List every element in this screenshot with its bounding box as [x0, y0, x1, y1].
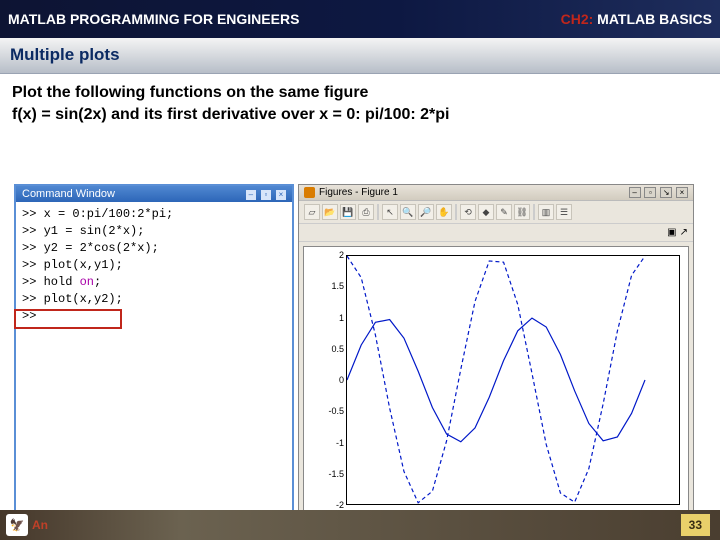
zoom-out-icon[interactable]: 🔎 — [418, 204, 434, 220]
dock-icon[interactable]: ↘ — [660, 187, 672, 198]
text-line-1: Plot the following functions on the same… — [12, 84, 708, 102]
slide-title: Multiple plots — [0, 38, 720, 74]
dock-icon[interactable]: ↗ — [680, 227, 688, 238]
arrow-icon[interactable]: ↖ — [382, 204, 398, 220]
slide-text: Plot the following functions on the same… — [0, 74, 720, 124]
zoom-in-icon[interactable]: 🔍 — [400, 204, 416, 220]
minimize-icon[interactable]: – — [629, 187, 641, 198]
colorbar-icon[interactable]: ▥ — [538, 204, 554, 220]
figure-window: Figures - Figure 1 – ▫ ↘ × ▱📂💾⎙ ↖🔍🔎✋ ⟲◆✎⛓ ▥… — [298, 184, 694, 533]
figure-toolbar: ▱📂💾⎙ ↖🔍🔎✋ ⟲◆✎⛓ ▥☰ — [299, 201, 693, 224]
data-icon[interactable]: ◆ — [478, 204, 494, 220]
plot-panel: -2-1.5-1-0.500.511.52 01234567 — [303, 246, 689, 528]
figwin-title: Figures - Figure 1 — [319, 187, 398, 198]
cmdwin-title: Command Window — [22, 188, 115, 200]
matlab-icon — [304, 187, 315, 198]
figure-toolbar-right: ▣↗ — [299, 224, 693, 242]
cmdwin-titlebar: Command Window – ▫ × — [16, 186, 292, 202]
header-right: CH2: MATLAB BASICS — [561, 11, 712, 27]
close-icon[interactable]: × — [676, 187, 688, 198]
new-icon[interactable]: ▱ — [304, 204, 320, 220]
figwin-window-buttons: – ▫ ↘ × — [628, 187, 688, 198]
save-icon[interactable]: 💾 — [340, 204, 356, 220]
figwin-title-group: Figures - Figure 1 — [304, 187, 398, 198]
maximize-tile-icon[interactable]: ▣ — [667, 227, 676, 238]
footer-text: An — [32, 518, 48, 532]
link-icon[interactable]: ⛓ — [514, 204, 530, 220]
page-number: 33 — [681, 514, 710, 536]
open-icon[interactable]: 📂 — [322, 204, 338, 220]
header-left: MATLAB PROGRAMMING FOR ENGINEERS — [8, 11, 299, 27]
close-icon[interactable]: × — [276, 190, 286, 200]
plot-lines — [347, 256, 679, 504]
legend-icon[interactable]: ☰ — [556, 204, 572, 220]
cmdwin-code[interactable]: >> x = 0:pi/100:2*pi;>> y1 = sin(2*x);>>… — [16, 202, 292, 329]
slide-header: MATLAB PROGRAMMING FOR ENGINEERS CH2: MA… — [0, 0, 720, 38]
command-window: Command Window – ▫ × >> x = 0:pi/100:2*p… — [14, 184, 294, 533]
minimize-icon[interactable]: – — [246, 190, 256, 200]
slide-footer: 🦅 An 33 — [0, 510, 720, 540]
print-icon[interactable]: ⎙ — [358, 204, 374, 220]
footer-logo-icon: 🦅 — [6, 514, 28, 536]
screenshot-row: Command Window – ▫ × >> x = 0:pi/100:2*p… — [14, 184, 694, 533]
rotate-icon[interactable]: ⟲ — [460, 204, 476, 220]
text-line-2: f(x) = sin(2x) and its first derivative … — [12, 106, 708, 124]
maximize-icon[interactable]: ▫ — [644, 187, 656, 198]
cmdwin-body: >> x = 0:pi/100:2*pi;>> y1 = sin(2*x);>>… — [16, 202, 292, 329]
plot-axes[interactable] — [346, 255, 680, 505]
brush-icon[interactable]: ✎ — [496, 204, 512, 220]
cmdwin-window-buttons: – ▫ × — [244, 188, 286, 200]
figwin-titlebar: Figures - Figure 1 – ▫ ↘ × — [299, 185, 693, 201]
pan-icon[interactable]: ✋ — [436, 204, 452, 220]
maximize-icon[interactable]: ▫ — [261, 190, 271, 200]
